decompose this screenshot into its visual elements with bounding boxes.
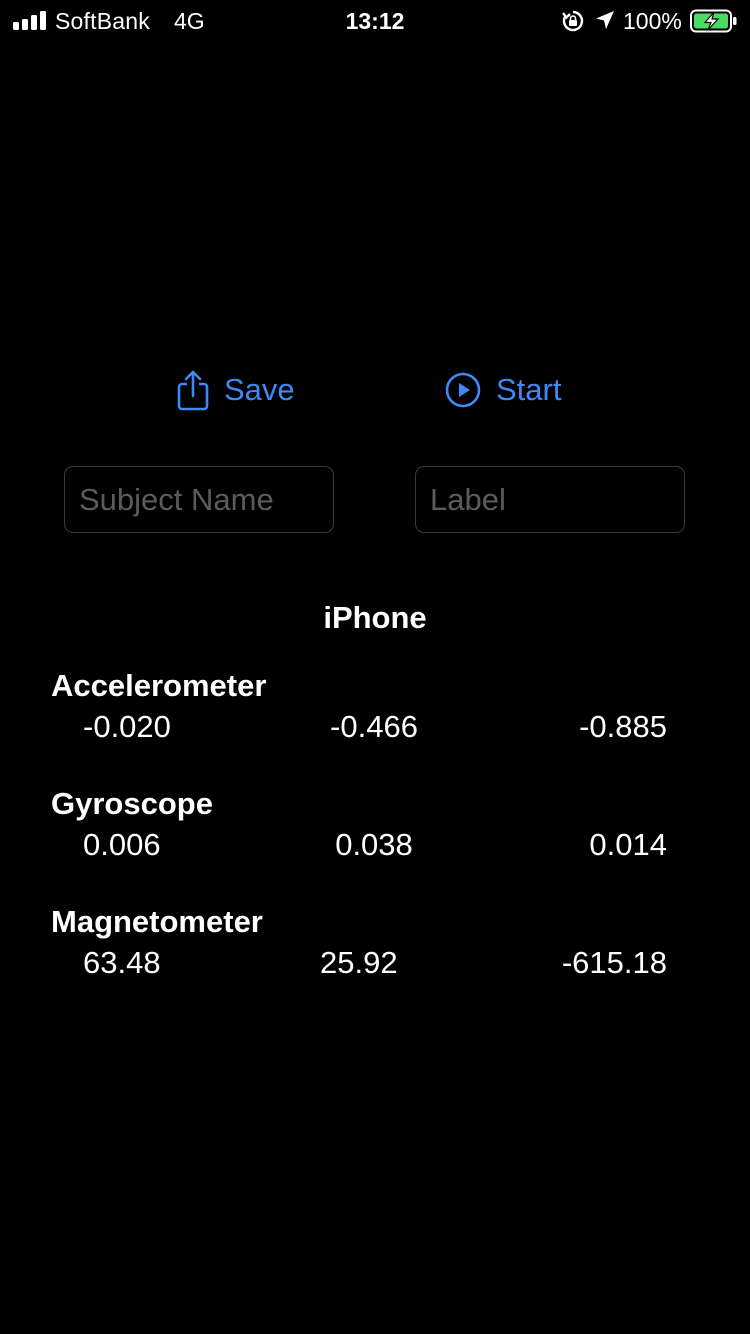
accelerometer-z-value: -0.885 xyxy=(579,709,667,744)
gyroscope-title: Gyroscope xyxy=(51,786,213,821)
magnetometer-z-value: -615.18 xyxy=(561,945,667,980)
device-title: iPhone xyxy=(323,600,427,635)
gyroscope-y-value: 0.038 xyxy=(335,827,413,862)
gyroscope-x-value: 0.006 xyxy=(83,827,161,862)
accelerometer-x-value: -0.020 xyxy=(83,709,171,744)
start-button-label: Start xyxy=(496,372,562,407)
play-circle-icon xyxy=(445,372,481,408)
gyroscope-z-value: 0.014 xyxy=(589,827,667,862)
start-button[interactable]: Start xyxy=(444,368,561,412)
accelerometer-title: Accelerometer xyxy=(51,668,267,703)
location-arrow-icon xyxy=(596,11,614,29)
magnetometer-x-value: 63.48 xyxy=(83,945,161,980)
share-icon xyxy=(177,370,209,411)
battery-charging-icon xyxy=(690,9,737,33)
rotation-lock-icon xyxy=(562,10,584,32)
magnetometer-title: Magnetometer xyxy=(51,904,263,939)
save-button-label: Save xyxy=(224,372,295,407)
save-button[interactable]: Save xyxy=(176,368,295,412)
accelerometer-y-value: -0.466 xyxy=(330,709,418,744)
subject-name-input[interactable] xyxy=(64,466,334,533)
label-input[interactable] xyxy=(415,466,685,533)
status-bar: SoftBank 4G 13:12 100% xyxy=(0,0,750,40)
magnetometer-y-value: 25.92 xyxy=(320,945,398,980)
battery-percentage: 100% xyxy=(623,8,682,34)
